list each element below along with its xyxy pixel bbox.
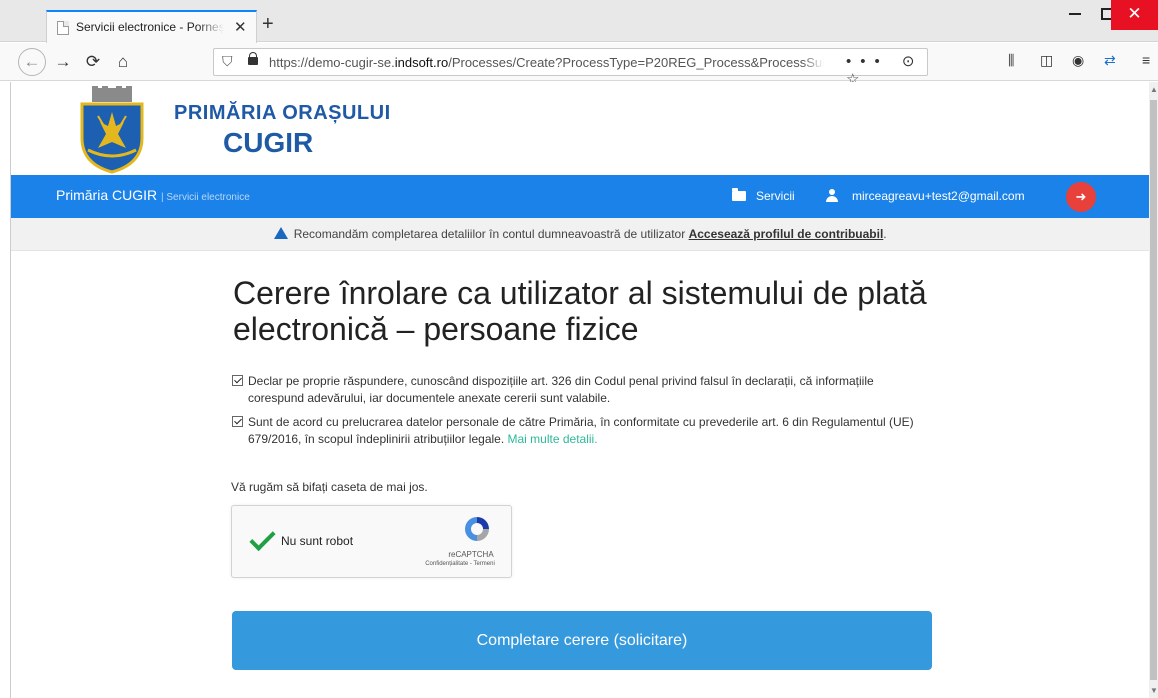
translate-icon[interactable]: ⇄ bbox=[1104, 52, 1116, 69]
scroll-down-icon[interactable]: ▼ bbox=[1150, 686, 1158, 695]
logout-icon: ➜ bbox=[1075, 189, 1087, 204]
forward-button[interactable]: → bbox=[52, 51, 74, 73]
folder-icon bbox=[732, 188, 746, 201]
user-icon bbox=[826, 189, 838, 202]
scrollbar-thumb[interactable] bbox=[1150, 100, 1157, 680]
shield-icon[interactable]: ⛉ bbox=[222, 53, 233, 70]
back-button[interactable]: ← bbox=[18, 48, 46, 76]
browser-navbar: ← → ⟳ ⌂ ⛉ https://demo-cugir-se.indsoft.… bbox=[0, 43, 1158, 88]
recaptcha-icon bbox=[465, 517, 489, 541]
declaration-checkbox[interactable] bbox=[232, 375, 243, 386]
brand-line2[interactable]: CUGIR bbox=[223, 127, 313, 159]
site-title[interactable]: Primăria CUGIR | Servicii electronice bbox=[56, 187, 250, 203]
user-account-link[interactable]: mirceagreavu+test2@gmail.com bbox=[826, 189, 1025, 203]
browser-tab[interactable]: Servicii electronice - Pornește o ✕ bbox=[46, 10, 257, 43]
recaptcha-terms-link[interactable]: Confidențialitate - Termeni bbox=[408, 561, 512, 567]
address-bar[interactable]: ⛉ https://demo-cugir-se.indsoft.ro/Proce… bbox=[213, 48, 928, 88]
contributor-profile-link[interactable]: Accesează profilul de contribuabil bbox=[689, 227, 884, 241]
recaptcha-widget: Nu sunt robot reCAPTCHA Confidențialitat… bbox=[231, 505, 512, 578]
reload-button[interactable]: ⟳ bbox=[82, 51, 104, 73]
window-close-button[interactable]: ✕ bbox=[1111, 0, 1158, 30]
close-tab-icon[interactable]: ✕ bbox=[234, 18, 247, 36]
browser-titlebar: Servicii electronice - Pornește o ✕ + ✕ bbox=[0, 0, 1158, 43]
page-title: Cerere înrolare ca utilizator al sistemu… bbox=[233, 275, 927, 347]
top-navigation-bar: Primăria CUGIR | Servicii electronice Se… bbox=[11, 175, 1149, 218]
recaptcha-label: Nu sunt robot bbox=[281, 534, 354, 548]
account-icon[interactable]: ◉ bbox=[1072, 52, 1084, 69]
coat-of-arms-logo bbox=[80, 86, 144, 174]
services-link[interactable]: Servicii bbox=[732, 188, 795, 203]
warning-icon bbox=[274, 227, 289, 239]
new-tab-button[interactable]: + bbox=[262, 14, 274, 34]
recaptcha-checkbox[interactable] bbox=[247, 528, 275, 556]
library-icon[interactable]: ⫼ bbox=[1008, 52, 1014, 69]
url-text[interactable]: https://demo-cugir-se.indsoft.ro/Process… bbox=[269, 55, 824, 70]
consent-text: Sunt de acord cu prelucrarea datelor per… bbox=[248, 415, 914, 446]
sidebar-icon[interactable]: ◫ bbox=[1040, 52, 1053, 69]
declaration-text: Declar pe proprie răspundere, cunoscând … bbox=[248, 374, 874, 405]
consent-checkbox[interactable] bbox=[232, 416, 243, 427]
page-content: PRIMĂRIA ORAȘULUI CUGIR Primăria CUGIR |… bbox=[10, 82, 1149, 698]
logout-button[interactable]: ➜ bbox=[1066, 182, 1096, 212]
page-icon bbox=[57, 21, 69, 35]
recaptcha-brand: reCAPTCHA bbox=[448, 550, 494, 559]
profile-notice: Recomandăm completarea detaliilor în con… bbox=[11, 218, 1149, 251]
tab-title: Servicii electronice - Pornește o bbox=[76, 20, 224, 34]
page-scrollbar[interactable]: ▲ ▼ bbox=[1149, 82, 1158, 698]
submit-request-button[interactable]: Completare cerere (solicitare) bbox=[232, 611, 932, 670]
scroll-up-icon[interactable]: ▲ bbox=[1150, 85, 1158, 94]
home-button[interactable]: ⌂ bbox=[112, 51, 134, 73]
menu-icon[interactable]: ≡ bbox=[1142, 52, 1150, 68]
brand-line1[interactable]: PRIMĂRIA ORAȘULUI bbox=[174, 102, 391, 125]
lock-icon[interactable] bbox=[248, 52, 258, 65]
more-details-link[interactable]: Mai multe detalii. bbox=[508, 432, 598, 446]
captcha-prompt: Vă rugăm să bifați caseta de mai jos. bbox=[231, 480, 428, 494]
